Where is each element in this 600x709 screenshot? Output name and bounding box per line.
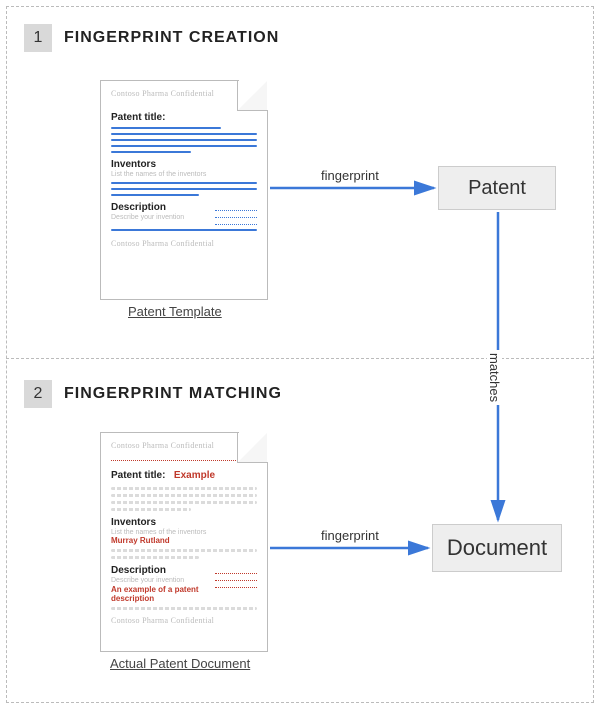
step-2-header: 2 FINGERPRINT MATCHING xyxy=(24,380,282,408)
step-2-title: FINGERPRINT MATCHING xyxy=(64,385,282,403)
doc2-confidential-top: Contoso Pharma Confidential xyxy=(111,441,257,450)
doc1-confidential-top: Contoso Pharma Confidential xyxy=(111,89,257,98)
doc2-description-value: An example of a patent description xyxy=(111,585,209,603)
doc2-description-label: Description xyxy=(111,565,209,576)
actual-patent-document: Contoso Pharma Confidential Patent title… xyxy=(100,432,268,652)
doc2-description-sub: Describe your invention xyxy=(111,577,209,584)
doc2-title-value: Example xyxy=(174,470,215,481)
step-1-header: 1 FINGERPRINT CREATION xyxy=(24,24,279,52)
doc2-title-label: Patent title: xyxy=(111,470,165,481)
doc1-inventors-label: Inventors xyxy=(111,159,257,170)
caption-actual-document: Actual Patent Document xyxy=(110,656,250,671)
patent-template-document: Contoso Pharma Confidential Patent title… xyxy=(100,80,268,300)
doc1-description-sub: Describe your invention xyxy=(111,214,209,221)
doc2-inventor-value: Murray Rutland xyxy=(111,536,257,545)
step-2-number: 2 xyxy=(24,380,52,408)
doc2-inventors-label: Inventors xyxy=(111,517,257,528)
edge-label-fingerprint-1: fingerprint xyxy=(318,168,382,183)
doc1-confidential-bottom: Contoso Pharma Confidential xyxy=(111,239,257,248)
doc2-inventors-sub: List the names of the inventors xyxy=(111,529,257,536)
doc1-inventors-sub: List the names of the inventors xyxy=(111,171,257,178)
edge-label-fingerprint-2: fingerprint xyxy=(318,528,382,543)
node-patent: Patent xyxy=(438,166,556,210)
node-document: Document xyxy=(432,524,562,572)
diagram-frame xyxy=(6,6,594,703)
caption-patent-template: Patent Template xyxy=(128,304,222,319)
step-1-number: 1 xyxy=(24,24,52,52)
doc1-title-label: Patent title: xyxy=(111,112,257,123)
section-divider xyxy=(6,358,594,359)
doc2-confidential-bottom: Contoso Pharma Confidential xyxy=(111,616,257,625)
edge-label-matches: matches xyxy=(487,350,502,405)
doc1-description-label: Description xyxy=(111,202,209,213)
step-1-title: FINGERPRINT CREATION xyxy=(64,29,279,47)
